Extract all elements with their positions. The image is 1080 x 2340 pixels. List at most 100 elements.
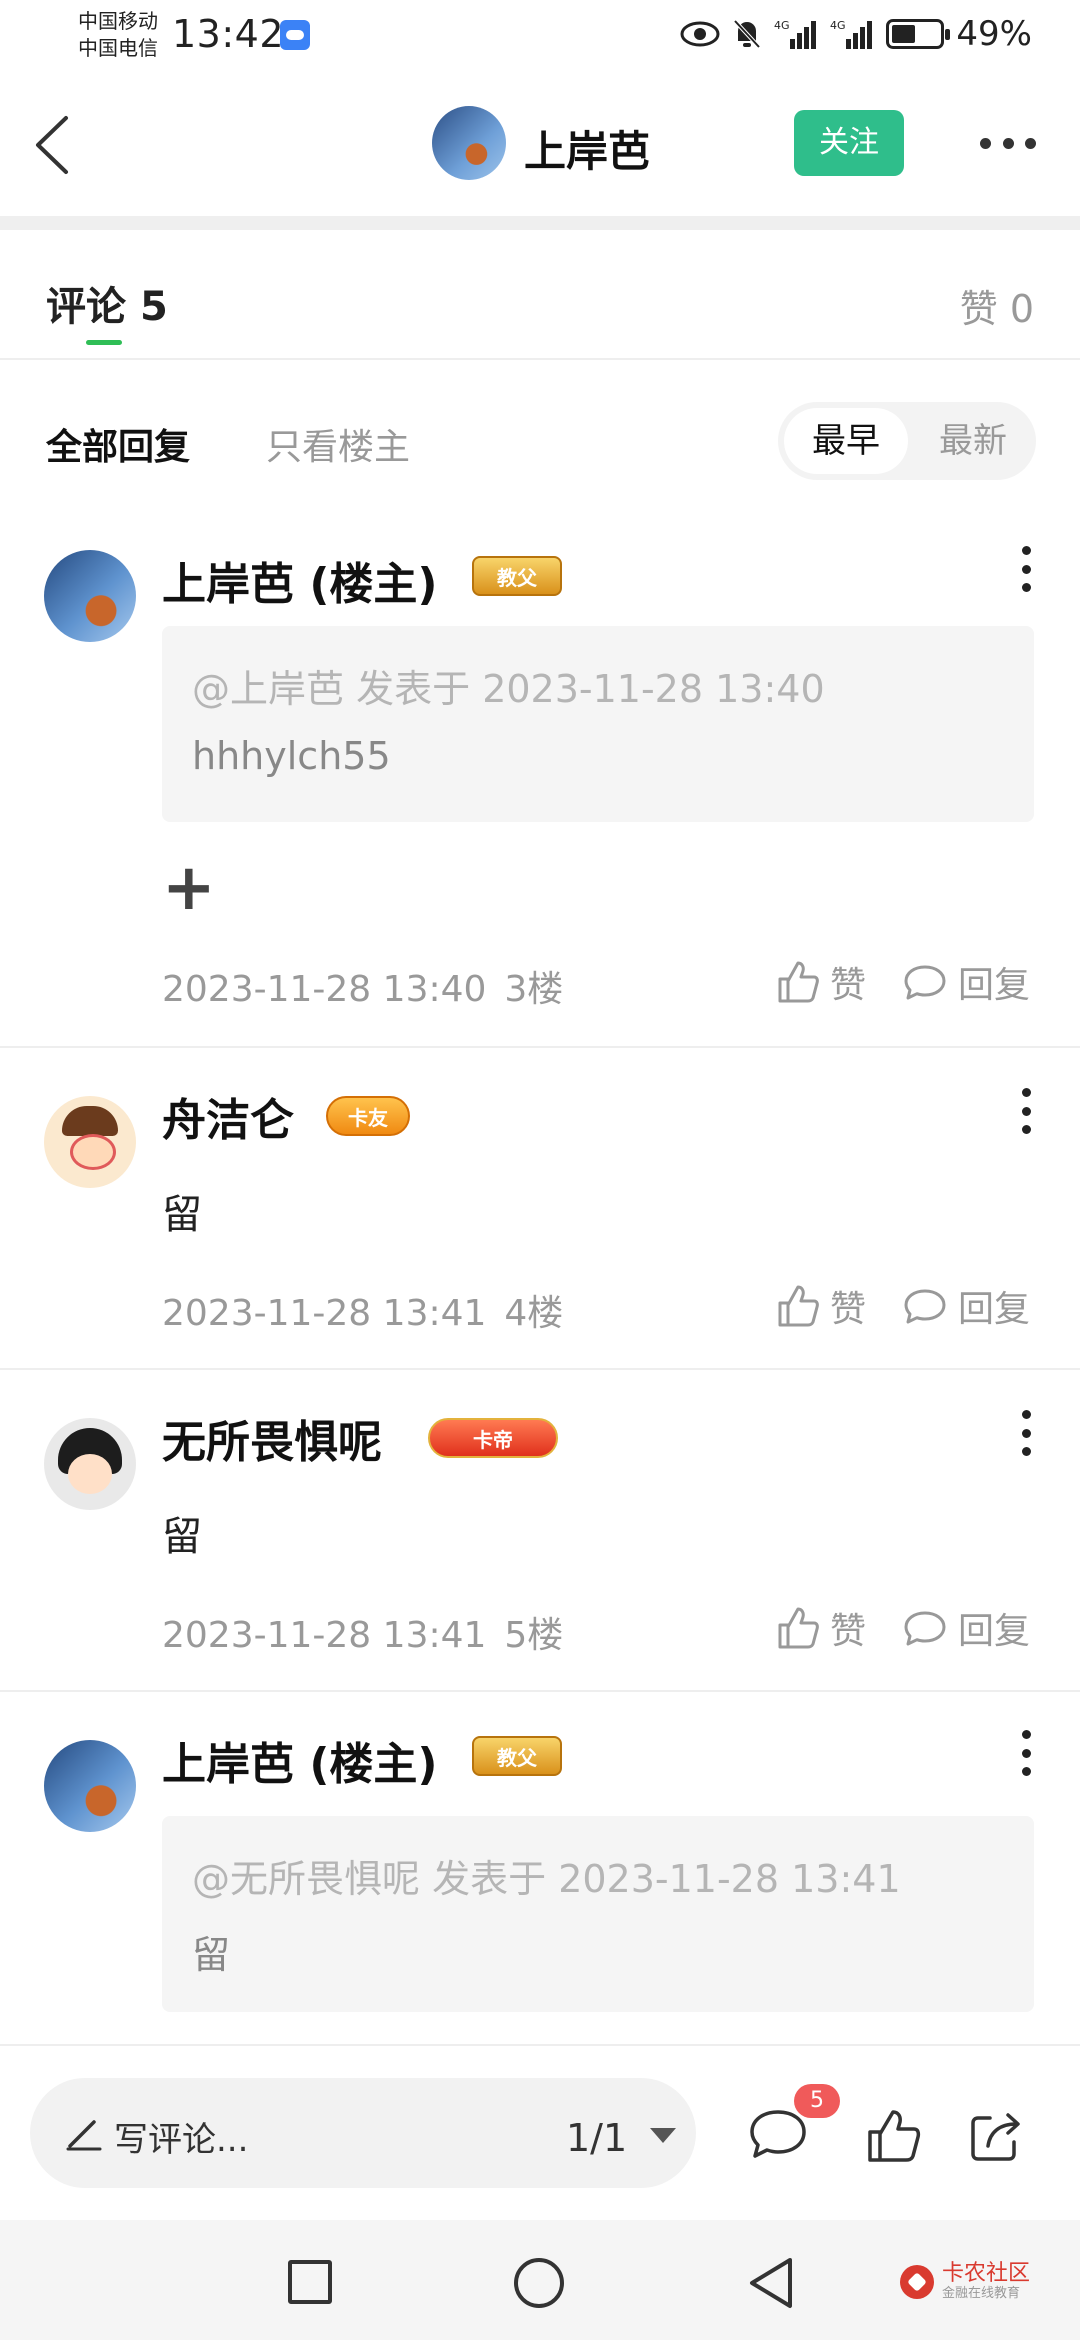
status-icons: 4G 4G 49% <box>680 14 1032 54</box>
back-arrow-icon[interactable] <box>30 112 74 178</box>
signal-4g-icon: 4G <box>830 19 873 49</box>
speech-bubble-icon <box>904 1611 946 1646</box>
bottom-action-bar: 写评论... 1/1 5 <box>0 2044 1080 2220</box>
share-icon[interactable] <box>966 2106 1026 2166</box>
commenter-name[interactable]: 无所畏惧呢 <box>162 1406 382 1470</box>
tab-likes-count: 0 <box>1009 287 1034 331</box>
tab-comments-label: 评论 <box>46 284 126 330</box>
quote-text: hhhylch55 <box>192 734 391 778</box>
sort-latest-button[interactable]: 最新 <box>916 408 1030 474</box>
comment-menu-icon[interactable] <box>1020 1730 1032 1776</box>
reply-button[interactable]: 回复 <box>902 1280 1030 1332</box>
author-avatar[interactable] <box>432 106 506 180</box>
user-rank-badge: 卡帝 <box>428 1418 558 1458</box>
recent-apps-icon[interactable] <box>288 2260 332 2304</box>
pencil-icon <box>66 2120 102 2151</box>
user-rank-badge: 教父 <box>472 556 562 596</box>
filter-all-replies[interactable]: 全部回复 <box>46 418 190 470</box>
comment-menu-icon[interactable] <box>1020 1410 1032 1456</box>
watermark-text: 卡农社区 金融在线教育 <box>942 2262 1030 2302</box>
reply-filters: 全部回复 只看楼主 最早 最新 <box>0 360 1080 480</box>
quote-author: @上岸芭 <box>192 667 345 711</box>
svg-text:4G: 4G <box>830 19 846 32</box>
page-indicator[interactable]: 1/1 <box>566 2116 627 2160</box>
quoted-reply: @上岸芭 发表于 2023-11-28 13:40 hhhylch55 <box>162 626 1034 822</box>
filter-op-only[interactable]: 只看楼主 <box>266 418 410 470</box>
comment-text: 留 <box>162 1514 202 1560</box>
write-comment-input[interactable]: 写评论... 1/1 <box>30 2078 696 2188</box>
battery-level <box>892 25 916 43</box>
comment-meta: 2023-11-28 13:41 4楼 <box>162 1284 563 1336</box>
thumb-up-icon <box>778 1285 819 1327</box>
system-navigation-bar: 卡农社区 金融在线教育 <box>0 2220 1080 2340</box>
user-rank-badge: 教父 <box>472 1736 562 1776</box>
comment-item: 舟洁仑 卡友 留 2023-11-28 13:41 4楼 赞 回复 <box>0 1048 1080 1370</box>
status-time: 13:42 <box>172 12 285 56</box>
reply-label: 回复 <box>958 965 1031 1006</box>
speech-bubble-icon <box>904 1289 946 1324</box>
like-label: 赞 <box>830 1289 867 1330</box>
comment-time: 2023-11-28 13:41 <box>162 1615 487 1656</box>
home-icon[interactable] <box>514 2258 564 2308</box>
comment-icon[interactable] <box>748 2106 808 2162</box>
commenter-name[interactable]: 上岸芭 (楼主) <box>162 548 438 612</box>
comment-time: 2023-11-28 13:41 <box>162 1293 487 1334</box>
more-options-icon[interactable] <box>980 138 1036 152</box>
reply-label: 回复 <box>958 1611 1031 1652</box>
like-button[interactable]: 赞 <box>774 1602 866 1654</box>
comment-item: 无所畏惧呢 卡帝 留 2023-11-28 13:41 5楼 赞 回复 <box>0 1370 1080 1692</box>
avatar[interactable] <box>44 550 136 642</box>
avatar[interactable] <box>44 1096 136 1188</box>
thumb-up-icon[interactable] <box>862 2106 922 2166</box>
sort-toggle: 最早 最新 <box>778 402 1036 480</box>
battery-icon <box>886 19 951 49</box>
quote-posted: 发表于 2023-11-28 13:41 <box>432 1857 901 1901</box>
reply-button[interactable]: 回复 <box>902 1602 1030 1654</box>
comment-menu-icon[interactable] <box>1020 546 1032 592</box>
comment-meta: 2023-11-28 13:41 5楼 <box>162 1606 563 1658</box>
comment-menu-icon[interactable] <box>1020 1088 1032 1134</box>
comment-item: 上岸芭 (楼主) 教父 @上岸芭 发表于 2023-11-28 13:40 hh… <box>0 480 1080 1048</box>
top-nav: 上岸芭 关注 <box>0 72 1080 220</box>
signal-4g-icon: 4G <box>774 19 817 49</box>
active-tab-indicator <box>86 340 122 345</box>
watermark-icon <box>900 2265 934 2299</box>
status-bar: 中国移动 中国电信 13:42 4G 4G 49% <box>0 0 1080 72</box>
comment-floor: 5楼 <box>504 1615 564 1656</box>
write-comment-placeholder: 写评论... <box>114 2120 249 2160</box>
like-label: 赞 <box>830 1611 867 1652</box>
sort-earliest-button[interactable]: 最早 <box>784 408 908 474</box>
eye-icon <box>680 21 720 47</box>
reply-button[interactable]: 回复 <box>902 956 1030 1008</box>
commenter-name[interactable]: 上岸芭 (楼主) <box>162 1728 438 1792</box>
quote-header: @上岸芭 发表于 2023-11-28 13:40 <box>192 658 825 713</box>
quote-header: @无所畏惧呢 发表于 2023-11-28 13:41 <box>192 1848 901 1903</box>
watermark-logo: 卡农社区 金融在线教育 <box>900 2262 1030 2302</box>
comment-meta: 2023-11-28 13:40 3楼 <box>162 960 563 1012</box>
comment-count-badge: 5 <box>794 2084 840 2118</box>
user-rank-badge: 卡友 <box>326 1096 410 1136</box>
section-divider <box>0 216 1080 230</box>
like-button[interactable]: 赞 <box>774 1280 866 1332</box>
follow-button[interactable]: 关注 <box>794 110 904 176</box>
thumb-up-icon <box>778 1607 819 1649</box>
commenter-name[interactable]: 舟洁仑 <box>162 1084 294 1148</box>
watermark-name: 卡农社区 <box>942 2261 1031 2286</box>
tab-likes-label: 赞 <box>959 287 998 331</box>
system-back-icon[interactable] <box>746 2256 796 2310</box>
avatar[interactable] <box>44 1740 136 1832</box>
author-name[interactable]: 上岸芭 <box>524 118 650 179</box>
comment-like-tabs: 评论 5 赞 0 <box>0 230 1080 360</box>
avatar[interactable] <box>44 1418 136 1510</box>
comment-floor: 4楼 <box>504 1293 564 1334</box>
tab-comments-count: 5 <box>139 284 168 330</box>
comment-text: + <box>162 851 216 925</box>
tab-likes[interactable]: 赞 0 <box>960 278 1034 333</box>
quote-text: 留 <box>192 1933 231 1977</box>
tab-comments[interactable]: 评论 5 <box>46 274 168 332</box>
chevron-down-icon[interactable] <box>650 2128 676 2143</box>
thumb-up-icon <box>778 961 819 1003</box>
quote-author: @无所畏惧呢 <box>192 1857 421 1901</box>
carrier-1: 中国移动 <box>78 9 158 33</box>
like-button[interactable]: 赞 <box>774 956 866 1008</box>
